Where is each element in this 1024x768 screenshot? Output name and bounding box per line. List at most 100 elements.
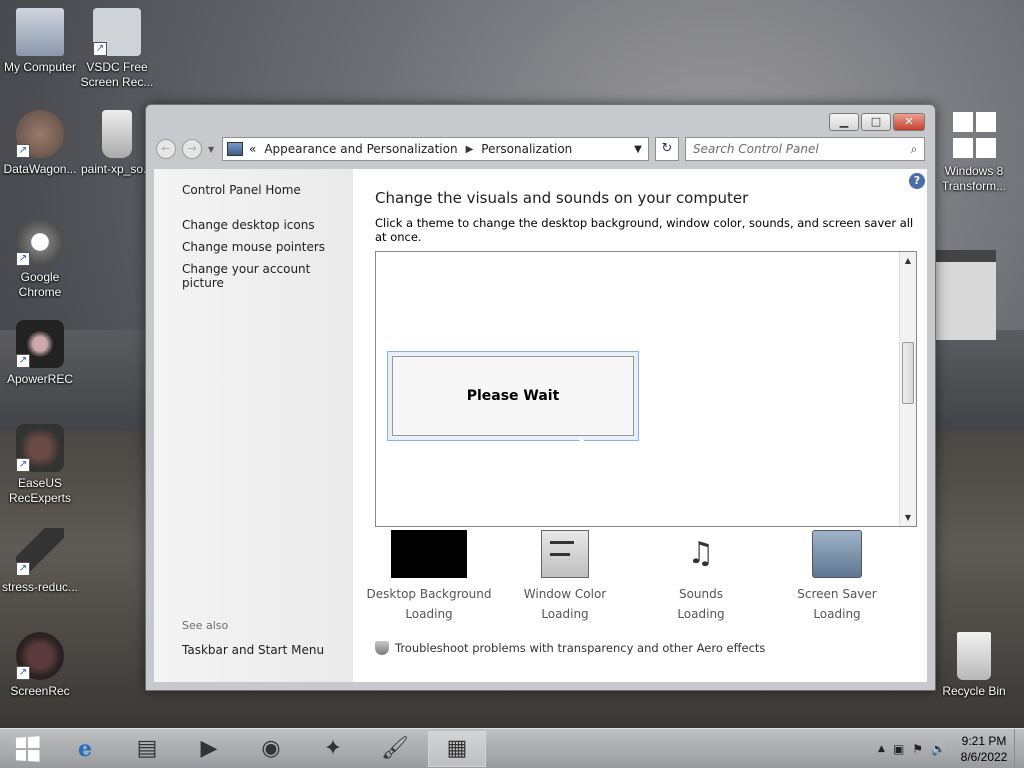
left-task-pane: Control Panel Home Change desktop icons … [154, 169, 353, 682]
breadcrumb-overflow[interactable]: « [249, 142, 256, 156]
sounds-status: Loading [677, 607, 725, 621]
desktop-icon-vsdc[interactable]: ↗ VSDC Free Screen Rec... [77, 8, 157, 90]
change-mouse-pointers-link[interactable]: Change mouse pointers [182, 240, 353, 254]
taskbar-stress-reducer[interactable]: ✦ [304, 731, 362, 767]
change-desktop-icons-link[interactable]: Change desktop icons [182, 218, 353, 232]
clock-date: 8/6/2022 [960, 750, 1008, 764]
sounds-label: Sounds [678, 587, 724, 601]
desktop-background-label: Desktop Background [366, 587, 492, 601]
taskbar-control-panel[interactable]: ▦ [428, 730, 486, 767]
desktop-icon-chrome[interactable]: ↗ Google Chrome [0, 218, 80, 300]
scroll-thumb[interactable] [902, 342, 914, 404]
sounds-icon: ♫ [687, 536, 715, 571]
change-account-picture-link[interactable]: Change your account picture [182, 262, 353, 290]
desktop-icon-datawagon[interactable]: ↗ DataWagon... [0, 110, 80, 177]
screen-saver-label: Screen Saver [797, 587, 877, 601]
computer-icon [16, 8, 64, 56]
desktop-background-status: Loading [405, 607, 453, 621]
datawagon-icon: ↗ [16, 110, 64, 158]
desktop-icon-apowerrec[interactable]: ↗ ApowerREC [0, 320, 80, 387]
network-icon[interactable]: ▣ [893, 742, 904, 756]
clock[interactable]: 9:21 PM 8/6/2022 [954, 733, 1014, 765]
control-panel-home-link[interactable]: Control Panel Home [182, 183, 353, 197]
window-controls: ▁ □ ✕ [829, 113, 925, 131]
window-color-option[interactable]: Window Color Loading [499, 530, 631, 624]
breadcrumb-appearance[interactable]: Appearance and Personalization [264, 142, 457, 156]
taskbar-media-player[interactable]: ▶ [180, 731, 238, 767]
show-desktop-button[interactable] [1014, 729, 1024, 768]
sounds-option[interactable]: ♫ Sounds Loading [635, 530, 767, 624]
see-also-heading: See also [182, 619, 229, 632]
troubleshoot-link[interactable]: Troubleshoot problems with transparency … [375, 641, 765, 655]
main-pane: ? Change the visuals and sounds on your … [353, 169, 927, 682]
address-dropdown-icon[interactable]: ▼ [628, 144, 648, 155]
action-center-flag-icon[interactable]: ⚑ [912, 742, 923, 756]
address-bar[interactable]: « ▶ Appearance and Personalization ▶ Per… [222, 137, 649, 161]
please-wait-text: Please Wait [392, 356, 634, 436]
desktop-icon-windows8-transform[interactable]: Windows 8 Transform... [934, 112, 1014, 194]
search-input[interactable] [693, 142, 904, 156]
vsdc-icon: ↗ [93, 8, 141, 56]
desktop-background-option[interactable]: Desktop Background Loading [363, 530, 495, 624]
control-panel-icon [227, 142, 243, 156]
window-content: Control Panel Home Change desktop icons … [154, 169, 927, 682]
breadcrumb-separator-icon[interactable]: ▶ [466, 144, 474, 155]
screenrec-icon: ↗ [16, 632, 64, 680]
internet-explorer-icon: e [78, 735, 92, 762]
please-wait-dialog: Please Wait [387, 351, 639, 441]
breadcrumb-personalization[interactable]: Personalization [481, 142, 572, 156]
maximize-button[interactable]: □ [861, 113, 891, 131]
back-button[interactable]: ← [156, 139, 176, 159]
paint-brush-icon: 🖌 [381, 736, 409, 761]
search-icon[interactable]: ⌕ [904, 142, 924, 157]
desktop-icon-recycle-bin[interactable]: Recycle Bin [934, 632, 1014, 699]
desktop-icon-stress-reducer[interactable]: ↗ stress-reduc... [0, 528, 80, 595]
shield-icon [375, 641, 389, 655]
taskbar-start-menu-link[interactable]: Taskbar and Start Menu [182, 643, 324, 657]
desktop-icon-easeus[interactable]: ↗ EaseUS RecExperts [0, 424, 80, 506]
start-button[interactable] [0, 729, 54, 768]
themes-scrollbar[interactable]: ▲ ▼ [899, 252, 916, 526]
search-box: ⌕ [685, 137, 925, 161]
media-player-icon: ▶ [200, 736, 218, 761]
recycle-bin-icon [957, 632, 991, 680]
windows-start-icon [15, 735, 40, 762]
window-color-icon [541, 530, 589, 578]
taskbar-internet-explorer[interactable]: e [56, 731, 114, 767]
screen-saver-icon [812, 530, 862, 578]
window-color-status: Loading [541, 607, 589, 621]
windows-logo-icon [952, 112, 996, 160]
show-hidden-icons-icon[interactable]: ▲ [878, 744, 885, 754]
stress-reducer-icon: ✦ [323, 736, 343, 761]
refresh-button[interactable]: ↻ [655, 137, 679, 161]
close-button[interactable]: ✕ [893, 113, 925, 131]
troubleshoot-text: Troubleshoot problems with transparency … [395, 641, 766, 655]
scroll-up-icon[interactable]: ▲ [900, 252, 916, 269]
volume-icon[interactable]: 🔊 [931, 742, 946, 756]
minimize-button[interactable]: ▁ [829, 113, 859, 131]
taskbar-chrome[interactable]: ◉ [242, 731, 300, 767]
screen-saver-status: Loading [813, 607, 861, 621]
recent-pages-dropdown[interactable]: ▼ [208, 145, 216, 154]
personalization-options: Desktop Background Loading Window Color … [363, 530, 903, 624]
system-tray: ▲ ▣ ⚑ 🔊 9:21 PM 8/6/2022 [878, 729, 1014, 768]
easeus-icon: ↗ [16, 424, 64, 472]
taskbar: e ▤ ▶ ◉ ✦ 🖌 ▦ ▲ ▣ ⚑ 🔊 9:21 PM 8/6/2022 [0, 728, 1024, 768]
screen-saver-option[interactable]: Screen Saver Loading [771, 530, 903, 624]
page-subtitle: Click a theme to change the desktop back… [375, 216, 914, 244]
desktop-background-icon [391, 530, 467, 578]
page-title: Change the visuals and sounds on your co… [375, 189, 749, 207]
stress-reducer-icon: ↗ [16, 528, 64, 576]
themes-list[interactable]: Please Wait ▲ ▼ [375, 251, 917, 527]
taskbar-paint[interactable]: 🖌 [366, 731, 424, 767]
apowerrec-icon: ↗ [16, 320, 64, 368]
navigation-bar: ← → ▼ « ▶ Appearance and Personalization… [156, 137, 925, 161]
forward-button[interactable]: → [182, 139, 202, 159]
scroll-down-icon[interactable]: ▼ [900, 509, 916, 526]
desktop-icon-screenrec[interactable]: ↗ ScreenRec [0, 632, 80, 699]
desktop-icon-my-computer[interactable]: My Computer [0, 8, 80, 75]
taskbar-file-explorer[interactable]: ▤ [118, 731, 176, 767]
desktop-wallpaper-house [936, 250, 996, 340]
help-icon[interactable]: ? [909, 173, 925, 189]
clock-time: 9:21 PM [961, 734, 1007, 748]
